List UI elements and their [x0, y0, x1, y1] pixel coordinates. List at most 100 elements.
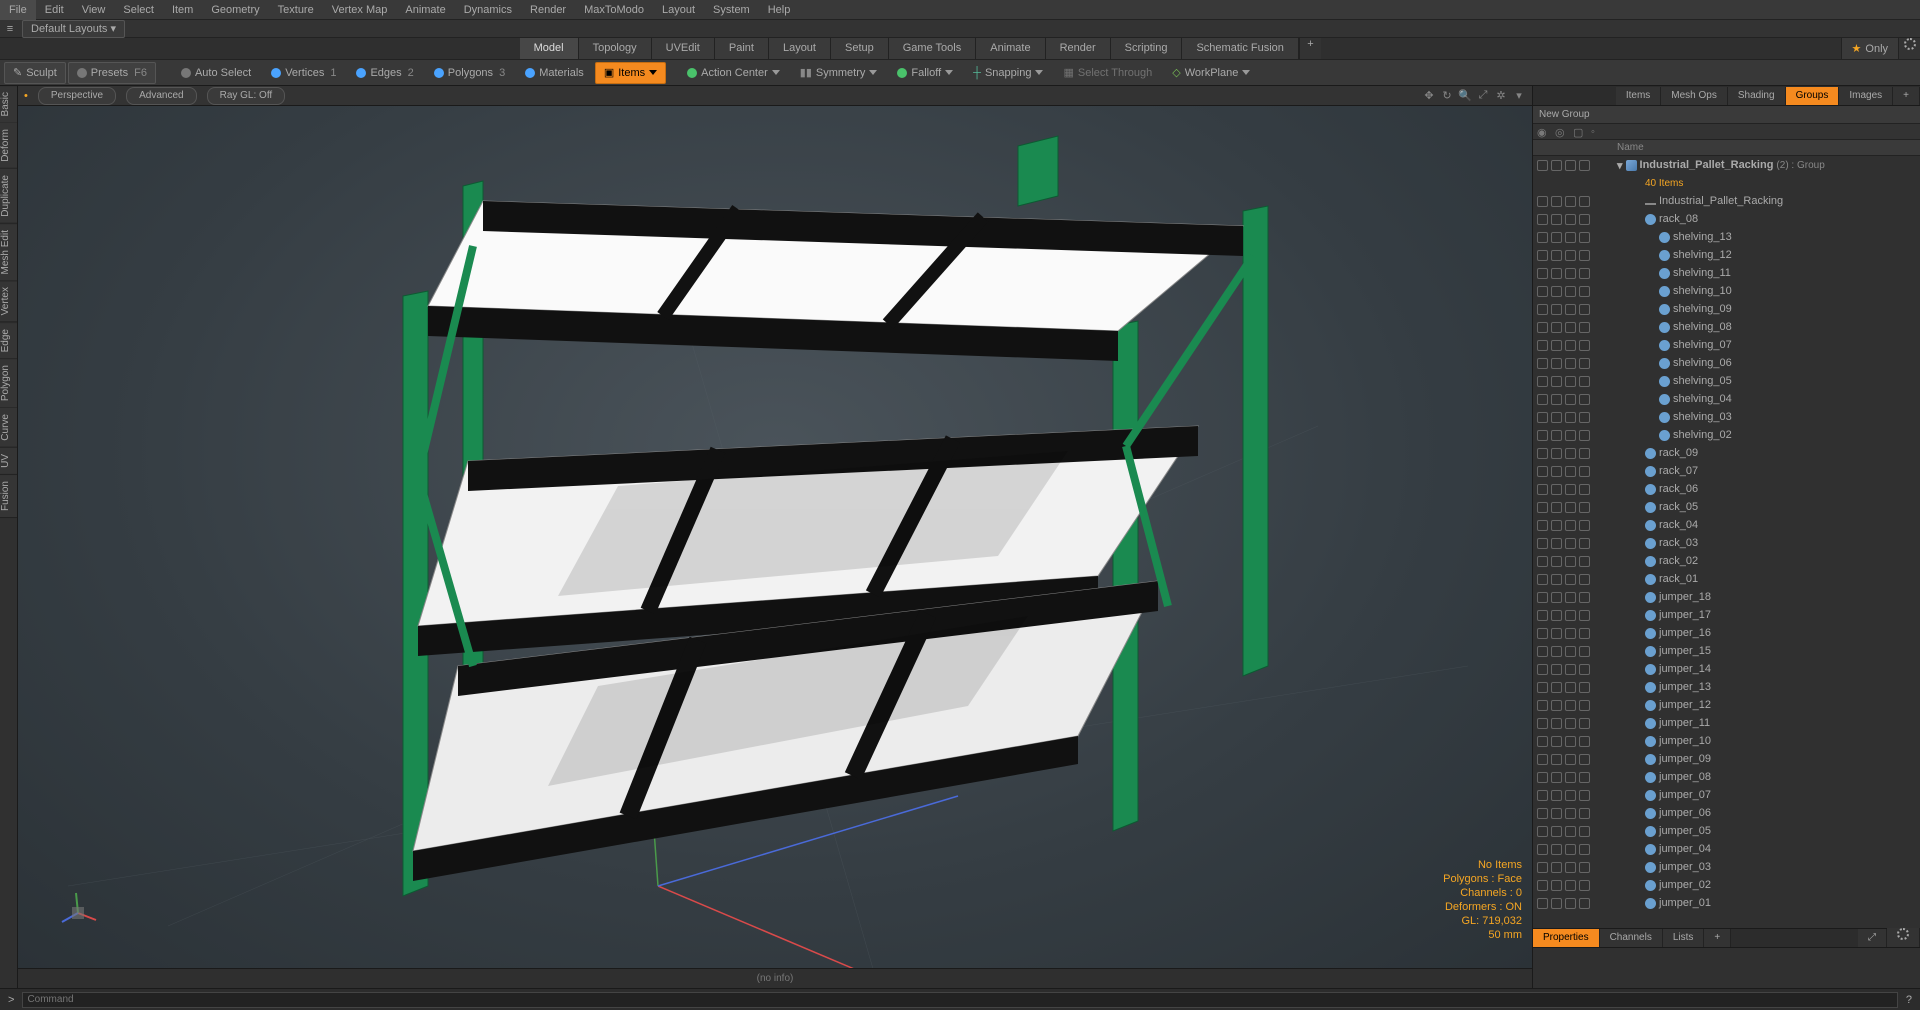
- lock-toggle[interactable]: [1579, 250, 1590, 261]
- tab-game-tools[interactable]: Game Tools: [889, 38, 977, 59]
- render-toggle[interactable]: [1551, 250, 1562, 261]
- menu-select[interactable]: Select: [114, 0, 163, 20]
- select-toggle[interactable]: [1565, 304, 1576, 315]
- lock-toggle[interactable]: [1579, 736, 1590, 747]
- render-toggle[interactable]: [1551, 664, 1562, 675]
- lock-toggle[interactable]: [1579, 844, 1590, 855]
- lock-toggle[interactable]: [1579, 628, 1590, 639]
- render-toggle[interactable]: [1551, 736, 1562, 747]
- tree-item-jumper_18[interactable]: jumper_18: [1533, 588, 1920, 606]
- lock-toggle[interactable]: [1579, 718, 1590, 729]
- select-toggle[interactable]: [1565, 448, 1576, 459]
- select-toggle[interactable]: [1565, 214, 1576, 225]
- lock-toggle[interactable]: [1579, 754, 1590, 765]
- filter-box-icon[interactable]: ▢: [1573, 126, 1585, 138]
- render-toggle[interactable]: [1551, 448, 1562, 459]
- visibility-toggle[interactable]: [1537, 808, 1548, 819]
- prop-gear-icon[interactable]: [1887, 928, 1920, 947]
- render-toggle[interactable]: [1551, 772, 1562, 783]
- select-toggle[interactable]: [1565, 160, 1576, 171]
- render-toggle[interactable]: [1551, 862, 1562, 873]
- tab-render[interactable]: Render: [1046, 38, 1111, 59]
- lock-toggle[interactable]: [1579, 538, 1590, 549]
- zoom-icon[interactable]: 🔍: [1458, 89, 1472, 103]
- render-toggle[interactable]: [1551, 700, 1562, 711]
- select-toggle[interactable]: [1565, 196, 1576, 207]
- tree-item-jumper_02[interactable]: jumper_02: [1533, 876, 1920, 894]
- viewport-3d[interactable]: No ItemsPolygons : FaceChannels : 0Defor…: [18, 106, 1532, 968]
- tree-root[interactable]: ▾Industrial_Pallet_Racking (2) : Group: [1533, 156, 1920, 174]
- palette-vertex[interactable]: Vertex: [0, 281, 17, 322]
- add-tab-button[interactable]: +: [1299, 38, 1321, 59]
- tree-item-jumper_12[interactable]: jumper_12: [1533, 696, 1920, 714]
- app-menu-icon[interactable]: ≡: [0, 23, 20, 35]
- prop-tab-add[interactable]: +: [1704, 929, 1731, 947]
- visibility-toggle[interactable]: [1537, 250, 1548, 261]
- menu-edit[interactable]: Edit: [36, 0, 73, 20]
- render-toggle[interactable]: [1551, 232, 1562, 243]
- render-toggle[interactable]: [1551, 466, 1562, 477]
- rp-tab-groups[interactable]: Groups: [1786, 87, 1840, 105]
- items-mode[interactable]: ▣Items: [595, 62, 666, 84]
- tree-item-shelving_09[interactable]: shelving_09: [1533, 300, 1920, 318]
- visibility-toggle[interactable]: [1537, 862, 1548, 873]
- only-toggle[interactable]: ★Only: [1841, 38, 1899, 59]
- select-toggle[interactable]: [1565, 520, 1576, 531]
- tree-item-jumper_01[interactable]: jumper_01: [1533, 894, 1920, 912]
- lock-toggle[interactable]: [1579, 646, 1590, 657]
- menu-item[interactable]: Item: [163, 0, 202, 20]
- lock-toggle[interactable]: [1579, 520, 1590, 531]
- render-toggle[interactable]: [1551, 412, 1562, 423]
- select-toggle[interactable]: [1565, 232, 1576, 243]
- select-toggle[interactable]: [1565, 664, 1576, 675]
- select-toggle[interactable]: [1565, 628, 1576, 639]
- prop-tab-channels[interactable]: Channels: [1600, 929, 1663, 947]
- visibility-toggle[interactable]: [1537, 898, 1548, 909]
- tree-item-shelving_07[interactable]: shelving_07: [1533, 336, 1920, 354]
- materials-mode[interactable]: Materials: [516, 62, 593, 84]
- palette-edge[interactable]: Edge: [0, 323, 17, 359]
- visibility-toggle[interactable]: [1537, 232, 1548, 243]
- palette-fusion[interactable]: Fusion: [0, 475, 17, 518]
- lock-toggle[interactable]: [1579, 430, 1590, 441]
- render-toggle[interactable]: [1551, 592, 1562, 603]
- visibility-toggle[interactable]: [1537, 502, 1548, 513]
- menu-vertex-map[interactable]: Vertex Map: [323, 0, 397, 20]
- tree-item-jumper_17[interactable]: jumper_17: [1533, 606, 1920, 624]
- render-toggle[interactable]: [1551, 160, 1562, 171]
- render-toggle[interactable]: [1551, 484, 1562, 495]
- render-toggle[interactable]: [1551, 610, 1562, 621]
- render-toggle[interactable]: [1551, 304, 1562, 315]
- snapping-dropdown[interactable]: ┼Snapping: [964, 62, 1052, 84]
- tab-animate[interactable]: Animate: [976, 38, 1045, 59]
- action-center-dropdown[interactable]: Action Center: [678, 62, 789, 84]
- visibility-toggle[interactable]: [1537, 358, 1548, 369]
- viewport-menu-icon[interactable]: ▾: [1512, 89, 1526, 103]
- filter-pin-icon[interactable]: ◦: [1591, 126, 1603, 138]
- visibility-toggle[interactable]: [1537, 448, 1548, 459]
- select-toggle[interactable]: [1565, 844, 1576, 855]
- visibility-toggle[interactable]: [1537, 700, 1548, 711]
- render-toggle[interactable]: [1551, 214, 1562, 225]
- visibility-toggle[interactable]: [1537, 484, 1548, 495]
- visibility-toggle[interactable]: [1537, 718, 1548, 729]
- visibility-toggle[interactable]: [1537, 844, 1548, 855]
- tree-item-rack_08[interactable]: rack_08: [1533, 210, 1920, 228]
- shading-dropdown[interactable]: Advanced: [126, 87, 196, 105]
- lock-toggle[interactable]: [1579, 610, 1590, 621]
- visibility-toggle[interactable]: [1537, 556, 1548, 567]
- visibility-toggle[interactable]: [1537, 826, 1548, 837]
- render-toggle[interactable]: [1551, 268, 1562, 279]
- select-toggle[interactable]: [1565, 358, 1576, 369]
- pan-icon[interactable]: ✥: [1422, 89, 1436, 103]
- lock-toggle[interactable]: [1579, 862, 1590, 873]
- layout-dropdown[interactable]: Default Layouts ▾: [22, 20, 125, 38]
- select-toggle[interactable]: [1565, 736, 1576, 747]
- visibility-toggle[interactable]: [1537, 394, 1548, 405]
- select-toggle[interactable]: [1565, 610, 1576, 621]
- menu-view[interactable]: View: [73, 0, 115, 20]
- tab-scripting[interactable]: Scripting: [1111, 38, 1183, 59]
- tree-item-shelving_10[interactable]: shelving_10: [1533, 282, 1920, 300]
- rp-tab-add[interactable]: +: [1893, 87, 1920, 105]
- render-toggle[interactable]: [1551, 538, 1562, 549]
